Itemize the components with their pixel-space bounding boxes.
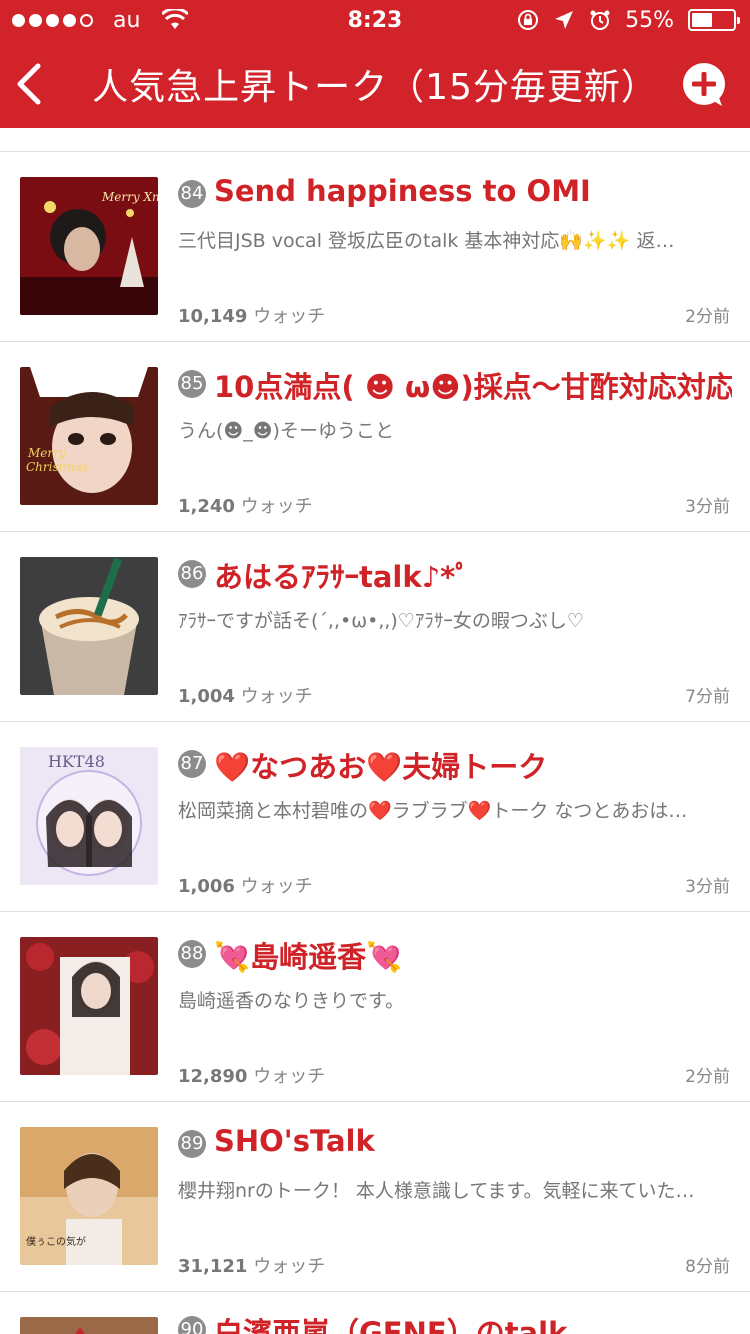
watch-count: 12,890 ウォッチ [178,1062,325,1088]
talk-title: あはるｱﾗｻｰtalk♪*ﾟ [214,560,470,594]
talk-title: ❤️なつあお❤️夫婦トーク [214,750,548,784]
watch-count: 1,006 ウォッチ [178,872,313,898]
svg-text:僕ぅこの気が: 僕ぅこの気が [26,1235,86,1248]
talk-thumbnail: Merry Xmas [20,177,158,315]
watch-label: ウォッチ [240,686,313,707]
page-title: 人気急上昇トーク（15分毎更新） [92,67,658,108]
watch-count: 10,149 ウォッチ [178,302,325,328]
watch-label: ウォッチ [253,1256,326,1277]
updated-time: 2分前 [685,1067,730,1087]
rank-badge: 89 [178,1130,206,1158]
rank-badge: 84 [178,180,206,208]
back-button[interactable] [10,58,54,110]
talk-description: 島崎遥香のなりきりです。 [178,990,405,1012]
talk-thumbnail [20,937,158,1075]
location-arrow-icon [555,11,574,29]
watcher-number: 31,121 [178,1256,248,1277]
talk-row[interactable]: 88 💘島崎遥香💘 島崎遥香のなりきりです。 12,890 ウォッチ 2分前 [0,912,750,1102]
talk-row[interactable]: Merry Xmas 84 Send happiness to OMI 三代目J… [0,152,750,342]
updated-time: 3分前 [685,497,730,517]
watcher-number: 1,006 [178,876,235,897]
watcher-number: 1,240 [178,496,235,517]
talk-row[interactable]: HKT48 87 ❤️なつあお❤️夫婦トーク 松岡菜摘と本村碧唯の❤️ラブラブ❤… [0,722,750,912]
updated-time: 2分前 [685,307,730,327]
talk-description: うん(☻_☻)そーゆうこと [178,420,394,442]
talk-list: Merry Xmas 84 Send happiness to OMI 三代目J… [0,128,750,1334]
status-right: 55% [517,0,740,40]
rotation-lock-icon [518,10,539,30]
list-top-divider [0,128,750,152]
updated-time: 8分前 [685,1257,730,1277]
watch-count: 31,121 ウォッチ [178,1252,325,1278]
talk-row[interactable]: 90 白濱亜嵐（GENE）のtalk [0,1292,750,1334]
talk-description: 三代目JSB vocal 登坂広臣のtalk 基本神対応🙌✨✨ 返… [178,230,675,252]
watch-label: ウォッチ [240,876,313,897]
talk-row[interactable]: 86 あはるｱﾗｻｰtalk♪*ﾟ ｱﾗｻｰですが話そ(´,,•ω•,,)♡ｱﾗ… [0,532,750,722]
talk-title: 白濱亜嵐（GENE）のtalk [214,1316,568,1334]
svg-text:HKT48: HKT48 [48,752,105,771]
svg-text:Merry Xmas: Merry Xmas [101,190,158,204]
battery-fill [692,13,713,27]
svg-text:Christmas: Christmas [26,460,88,474]
talk-row[interactable]: 僕ぅこの気が 89 SHO'sTalk 櫻井翔nrのトーク！ 本人様意識してます… [0,1102,750,1292]
watch-count: 1,240 ウォッチ [178,492,313,518]
rank-badge: 85 [178,370,206,398]
talk-title: 💘島崎遥香💘 [214,940,403,974]
talk-thumbnail: 僕ぅこの気が [20,1127,158,1265]
rank-badge: 88 [178,940,206,968]
watch-label: ウォッチ [240,496,313,517]
talk-description: 松岡菜摘と本村碧唯の❤️ラブラブ❤️トーク なつとあおは… [178,800,688,822]
updated-time: 3分前 [685,877,730,897]
talk-thumbnail: HKT48 [20,747,158,885]
talk-description: 櫻井翔nrのトーク！ 本人様意識してます。気軽に来ていた… [178,1180,695,1202]
rank-badge: 86 [178,560,206,588]
talk-title: Send happiness to OMI [214,174,591,208]
alarm-icon [590,10,610,30]
watch-label: ウォッチ [253,306,326,327]
watcher-number: 1,004 [178,686,235,707]
navigation-bar: 人気急上昇トーク（15分毎更新） [0,40,750,128]
talk-row[interactable]: Merry Christmas 85 10点満点( ☻ ω☻)採点〜甘酢対応対応… [0,342,750,532]
rank-badge: 87 [178,750,206,778]
talk-thumbnail: Merry Christmas [20,367,158,505]
talk-thumbnail [20,557,158,695]
watcher-number: 10,149 [178,306,248,327]
updated-time: 7分前 [685,687,730,707]
talk-description: ｱﾗｻｰですが話そ(´,,•ω•,,)♡ｱﾗｻｰ女の暇つぶし♡ [178,610,584,632]
talk-thumbnail [20,1317,158,1334]
watcher-number: 12,890 [178,1066,248,1087]
battery-icon [688,9,740,31]
status-bar: au 8:23 55% [0,0,750,40]
add-talk-button[interactable] [682,62,728,108]
svg-text:Merry: Merry [27,446,66,460]
watch-count: 1,004 ウォッチ [178,682,313,708]
watch-label: ウォッチ [253,1066,326,1087]
battery-percent: 55% [625,7,674,33]
rank-badge: 90 [178,1316,206,1334]
talk-title: 10点満点( ☻ ω☻)採点〜甘酢対応対応 [214,370,732,404]
talk-title: SHO'sTalk [214,1124,375,1158]
